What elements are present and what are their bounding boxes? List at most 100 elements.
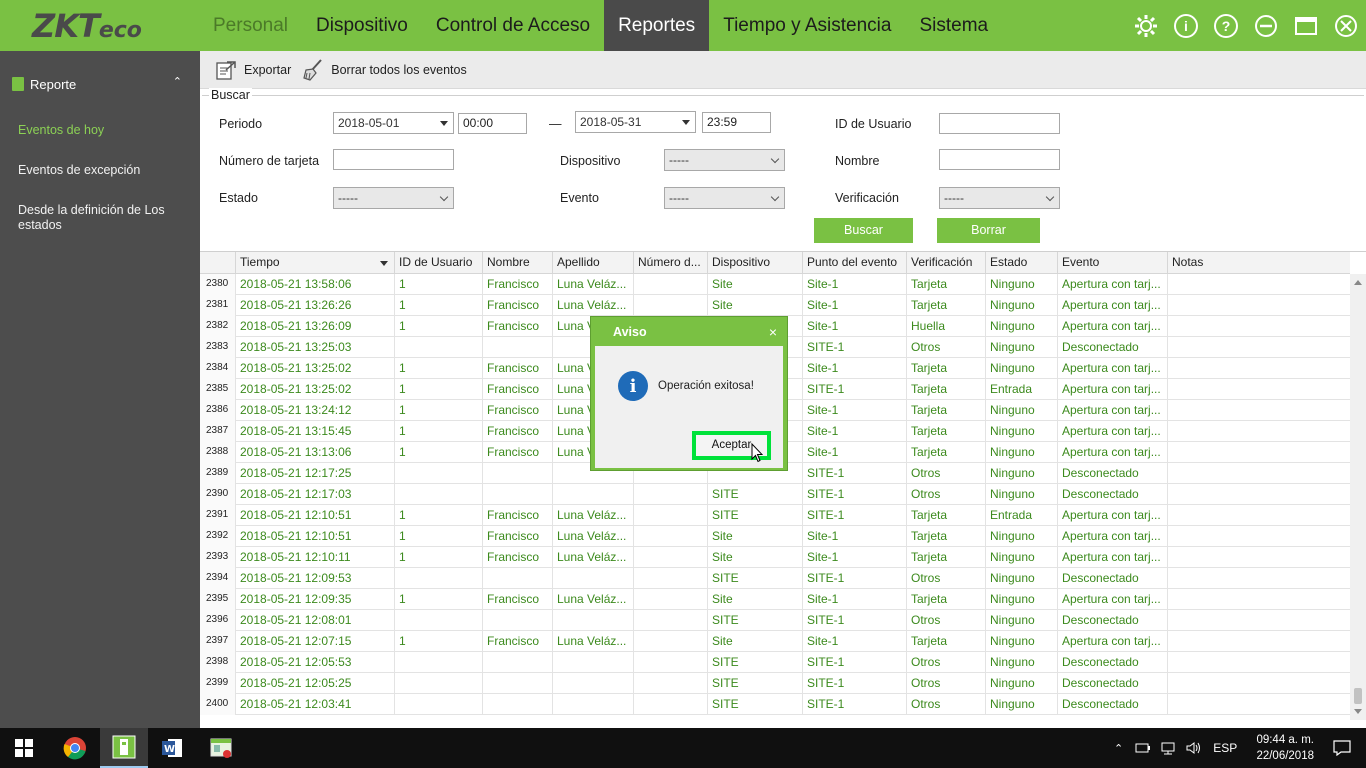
chrome-icon[interactable] [51,728,99,768]
export-button[interactable]: Exportar [214,58,291,82]
chevron-up-icon[interactable]: ⌃ [173,75,182,88]
sidebar-section-reporte[interactable]: Reporte ⌃ [0,69,200,99]
scroll-down-icon[interactable] [1354,709,1362,714]
header-tiempo[interactable]: Tiempo [235,252,394,274]
table-header: Tiempo ID de Usuario Nombre Apellido Núm… [200,252,1350,274]
word-icon[interactable]: W [148,728,196,768]
zkteco-app-icon[interactable] [100,728,148,768]
search-button[interactable]: Buscar [814,218,913,243]
table-row[interactable]: 2400 2018-05-21 12:03:41 SITE SITE-1 Otros Ni… [200,694,1350,715]
volume-icon[interactable] [1185,741,1203,755]
cell-estado: Ninguno [985,673,1057,694]
table-row[interactable]: 2392 2018-05-21 12:10:51 1 Francisco Luna Ve… [200,526,1350,547]
clear-button[interactable]: Borrar [937,218,1040,243]
table-row[interactable]: 2399 2018-05-21 12:05:25 SITE SITE-1 Otros Ni… [200,673,1350,694]
table-row[interactable]: 2380 2018-05-21 13:58:06 1 Francisco Luna Ve… [200,274,1350,295]
language-indicator[interactable]: ESP [1213,741,1237,755]
cell-row-number: 2385 [200,379,235,400]
cell-numero-tarjeta [633,274,707,295]
cell-row-number: 2395 [200,589,235,610]
start-date-picker[interactable]: 2018-05-01 [333,112,454,134]
table-row[interactable]: 2398 2018-05-21 12:05:53 SITE SITE-1 Otros Ni… [200,652,1350,673]
close-icon[interactable] [1326,0,1366,51]
cell-row-number: 2389 [200,463,235,484]
nav-reportes[interactable]: Reportes [604,0,710,51]
cell-verificacion: Tarjeta [906,505,985,526]
nav-sistema[interactable]: Sistema [905,0,1002,51]
cell-tiempo: 2018-05-21 12:08:01 [235,610,394,631]
cell-estado: Ninguno [985,610,1057,631]
cell-numero-tarjeta [633,568,707,589]
scroll-up-icon[interactable] [1354,280,1362,285]
header-verificacion[interactable]: Verificación [906,252,985,274]
header-numero-tarjeta[interactable]: Número d... [633,252,707,274]
maximize-icon[interactable] [1286,0,1326,51]
cell-dispositivo: Site [707,295,802,316]
end-time-input[interactable]: 23:59 [702,112,771,133]
help-icon[interactable]: ? [1206,0,1246,51]
end-date-picker[interactable]: 2018-05-31 [575,111,696,133]
verification-select[interactable]: ----- [939,187,1060,209]
card-number-input[interactable] [333,149,454,170]
cell-numero-tarjeta [633,610,707,631]
cell-punto-evento: SITE-1 [802,673,906,694]
clock-time: 09:44 a. m. [1256,734,1314,746]
cell-nombre: Francisco [482,547,552,568]
nav-control-de-acceso[interactable]: Control de Acceso [422,0,604,51]
minimize-icon[interactable] [1246,0,1286,51]
header-evento[interactable]: Evento [1057,252,1167,274]
header-nombre[interactable]: Nombre [482,252,552,274]
cell-dispositivo: Site [707,526,802,547]
cell-notas [1167,652,1350,673]
cell-tiempo: 2018-05-21 12:10:51 [235,526,394,547]
battery-icon[interactable] [1135,741,1151,755]
scroll-thumb[interactable] [1354,688,1362,704]
user-id-input[interactable] [939,113,1060,134]
device-select[interactable]: ----- [664,149,785,171]
chevron-up-icon[interactable]: ⌃ [1114,742,1123,755]
info-circle-icon[interactable]: i [1166,0,1206,51]
sidebar-item-eventos-de-excepcion[interactable]: Eventos de excepción [18,163,188,178]
header-id-usuario[interactable]: ID de Usuario [394,252,482,274]
nav-tiempo-y-asistencia[interactable]: Tiempo y Asistencia [709,0,905,51]
taskbar-clock[interactable]: 09:44 a. m. 22/06/2018 [1256,732,1314,764]
table-row[interactable]: 2391 2018-05-21 12:10:51 1 Francisco Luna Ve… [200,505,1350,526]
header-punto-evento[interactable]: Punto del evento [802,252,906,274]
sidebar-item-definicion-estados[interactable]: Desde la definición de Los estados [18,203,188,233]
table-row[interactable]: 2396 2018-05-21 12:08:01 SITE SITE-1 Otros Ni… [200,610,1350,631]
state-select[interactable]: ----- [333,187,454,209]
network-icon[interactable] [1160,741,1176,755]
cell-notas [1167,484,1350,505]
vertical-scrollbar[interactable] [1350,274,1366,720]
clear-all-events-button[interactable]: Borrar todos los eventos [301,58,467,82]
name-input[interactable] [939,149,1060,170]
start-time-input[interactable]: 00:00 [458,113,527,134]
cell-punto-evento: SITE-1 [802,568,906,589]
table-row[interactable]: 2394 2018-05-21 12:09:53 SITE SITE-1 Otros Ni… [200,568,1350,589]
header-apellido[interactable]: Apellido [552,252,633,274]
periodo-label: Periodo [219,117,263,131]
windows-start-icon[interactable] [0,728,48,768]
dialog-close-icon[interactable]: × [769,324,777,340]
header-estado[interactable]: Estado [985,252,1057,274]
nav-dispositivo[interactable]: Dispositivo [302,0,422,51]
event-label: Evento [560,191,599,205]
table-row[interactable]: 2393 2018-05-21 12:10:11 1 Francisco Luna Ve… [200,547,1350,568]
header-notas[interactable]: Notas [1167,252,1350,274]
cell-nombre: Francisco [482,358,552,379]
table-row[interactable]: 2397 2018-05-21 12:07:15 1 Francisco Luna Ve… [200,631,1350,652]
cell-notas [1167,400,1350,421]
cell-nombre: Francisco [482,589,552,610]
notifications-icon[interactable] [1318,728,1366,768]
system-tray: ⌃ ESP [1114,728,1237,768]
gear-icon[interactable] [1126,0,1166,51]
table-row[interactable]: 2390 2018-05-21 12:17:03 SITE SITE-1 Otros Ni… [200,484,1350,505]
table-row[interactable]: 2395 2018-05-21 12:09:35 1 Francisco Luna Ve… [200,589,1350,610]
app-window-icon[interactable] [197,728,245,768]
nav-personal[interactable]: Personal [199,0,302,51]
cell-id-usuario [394,463,482,484]
event-select[interactable]: ----- [664,187,785,209]
header-dispositivo[interactable]: Dispositivo [707,252,802,274]
table-row[interactable]: 2381 2018-05-21 13:26:26 1 Francisco Luna Ve… [200,295,1350,316]
sidebar-item-eventos-de-hoy[interactable]: Eventos de hoy [18,123,188,138]
